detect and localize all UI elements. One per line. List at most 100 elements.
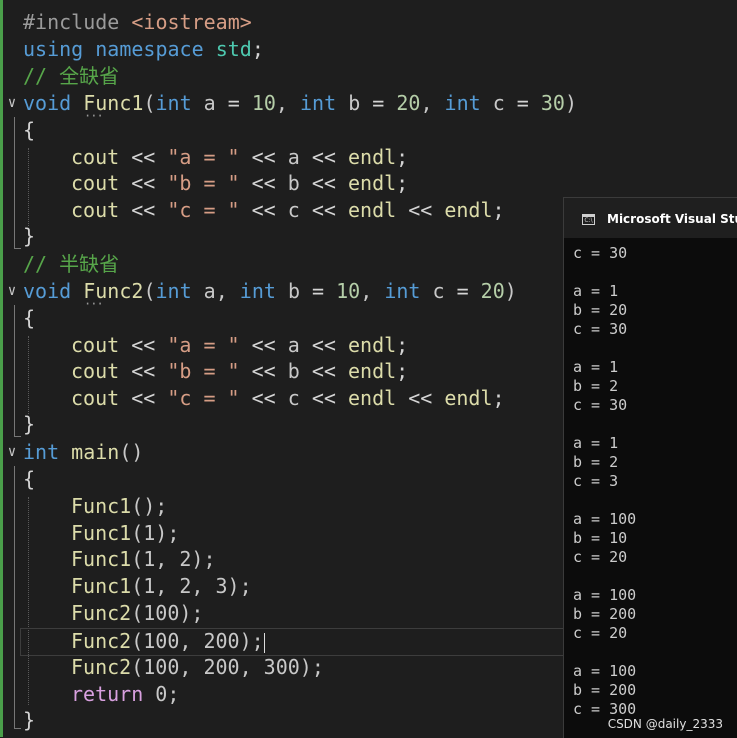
semicolon: ; <box>396 333 409 357</box>
call-function-name: Func1 <box>71 574 132 598</box>
call-arguments: (100); <box>131 601 204 625</box>
string-literal: "a = " <box>167 145 240 169</box>
code-line-call[interactable]: Func2(100, 200, 300); <box>71 654 324 680</box>
text-cursor <box>263 632 265 653</box>
operator: << <box>239 359 288 383</box>
code-line-using[interactable]: using namespace std; <box>23 36 264 62</box>
preprocessor-directive: #include <box>23 10 132 34</box>
console-output-line: b = 10 <box>573 529 628 547</box>
param-name: b <box>348 91 361 115</box>
operator: << <box>299 386 348 410</box>
console-output-line: b = 20 <box>573 301 628 319</box>
code-line-call-current[interactable]: Func2(100, 200); <box>71 628 265 654</box>
variable: a <box>287 145 300 169</box>
return-type: void <box>23 91 72 115</box>
param-type: int <box>444 91 481 115</box>
param-type: int <box>300 91 337 115</box>
operator: << <box>299 359 348 383</box>
code-line-call[interactable]: Func1(1); <box>71 520 179 546</box>
indent-guide <box>28 148 29 226</box>
code-line-call[interactable]: Func1(1, 2, 3); <box>71 573 252 599</box>
console-output-line: c = 30 <box>573 244 628 262</box>
variable: b <box>287 359 300 383</box>
console-output-line: a = 1 <box>573 434 619 452</box>
endl: endl <box>347 359 397 383</box>
brace-close: } <box>23 412 36 436</box>
code-line-cout-a[interactable]: cout << "a = " << a << endl; <box>71 144 408 170</box>
fold-chevron-icon[interactable]: ∨ <box>4 90 20 116</box>
console-app-icon: C:\ <box>582 214 595 225</box>
variable: c <box>287 386 300 410</box>
call-function-name: Func1 <box>71 494 132 518</box>
console-output-line: b = 2 <box>573 377 619 395</box>
endl: endl <box>347 198 397 222</box>
operator: << <box>299 198 348 222</box>
code-line-cout-c[interactable]: cout << "c = " << c << endl << endl; <box>71 197 505 223</box>
default-value: 10 <box>336 279 361 303</box>
suggestion-dots: ··· <box>84 297 104 311</box>
fold-region-bracket <box>14 466 21 729</box>
code-line-call[interactable]: Func1(); <box>71 493 167 519</box>
endl: endl <box>444 198 493 222</box>
code-line-return[interactable]: return 0; <box>71 681 179 707</box>
paren: () <box>119 440 144 464</box>
call-arguments: (100, 200, 300); <box>131 655 324 679</box>
code-line-include[interactable]: #include <iostream> <box>23 9 252 35</box>
variable: c <box>287 198 300 222</box>
comment-half-default: // 半缺省 <box>23 252 120 276</box>
code-line-func1-signature[interactable]: void Func1(int a = 10, int b = 20, int c… <box>23 90 577 116</box>
operator: << <box>299 333 348 357</box>
param-type: int <box>155 279 192 303</box>
param-name: c <box>432 279 445 303</box>
return-type: int <box>23 440 60 464</box>
operator: << <box>119 333 168 357</box>
variable: b <box>287 171 300 195</box>
console-titlebar[interactable]: C:\ Microsoft Visual Studio <box>564 198 737 238</box>
operator: = <box>215 91 252 115</box>
operator: << <box>119 145 168 169</box>
call-function-name: Func2 <box>71 601 132 625</box>
cout: cout <box>71 198 120 222</box>
indent-guide <box>28 497 29 705</box>
paren: ) <box>504 279 517 303</box>
operator: << <box>396 386 445 410</box>
variable: a <box>287 333 300 357</box>
call-arguments: (1, 2); <box>131 547 216 571</box>
paren: ( <box>143 279 156 303</box>
code-line-call[interactable]: Func2(100); <box>71 600 203 626</box>
brace-open: { <box>23 306 36 330</box>
console-window[interactable]: C:\ Microsoft Visual Studio c = 30 a = 1… <box>563 197 737 738</box>
code-line-cout-a[interactable]: cout << "a = " << a << endl; <box>71 332 408 358</box>
param-name: b <box>287 279 301 303</box>
brace-close: } <box>23 224 36 248</box>
code-line-cout-b[interactable]: cout << "b = " << b << endl; <box>71 170 408 196</box>
fold-chevron-icon[interactable]: ∨ <box>4 278 20 304</box>
code-line-main-signature[interactable]: int main() <box>23 439 143 465</box>
include-header: <iostream> <box>131 10 252 34</box>
watermark: CSDN @daily_2333 <box>607 717 723 731</box>
fold-region-bracket <box>14 117 21 249</box>
string-literal: "b = " <box>167 171 240 195</box>
call-function-name: Func1 <box>71 547 132 571</box>
endl: endl <box>347 386 397 410</box>
semicolon: ; <box>251 37 264 61</box>
console-output-line: a = 1 <box>573 358 619 376</box>
call-function-name: Func2 <box>71 655 132 679</box>
indent-guide <box>28 336 29 414</box>
endl: endl <box>347 145 397 169</box>
comma: , <box>420 91 445 115</box>
string-literal: "c = " <box>167 198 240 222</box>
param-name: a <box>203 91 216 115</box>
console-output-line: a = 100 <box>573 662 637 680</box>
console-output-line: c = 3 <box>573 472 619 490</box>
string-literal: "a = " <box>167 333 240 357</box>
code-line-cout-b[interactable]: cout << "b = " << b << endl; <box>71 358 408 384</box>
fold-chevron-icon[interactable]: ∨ <box>4 439 20 465</box>
code-line-call[interactable]: Func1(1, 2); <box>71 546 216 572</box>
operator: = <box>444 279 481 303</box>
console-output-line: b = 2 <box>573 453 619 471</box>
comma: , <box>360 279 385 303</box>
code-line-cout-c[interactable]: cout << "c = " << c << endl << endl; <box>71 385 505 411</box>
brace-close: } <box>23 708 36 732</box>
operator: << <box>239 145 288 169</box>
